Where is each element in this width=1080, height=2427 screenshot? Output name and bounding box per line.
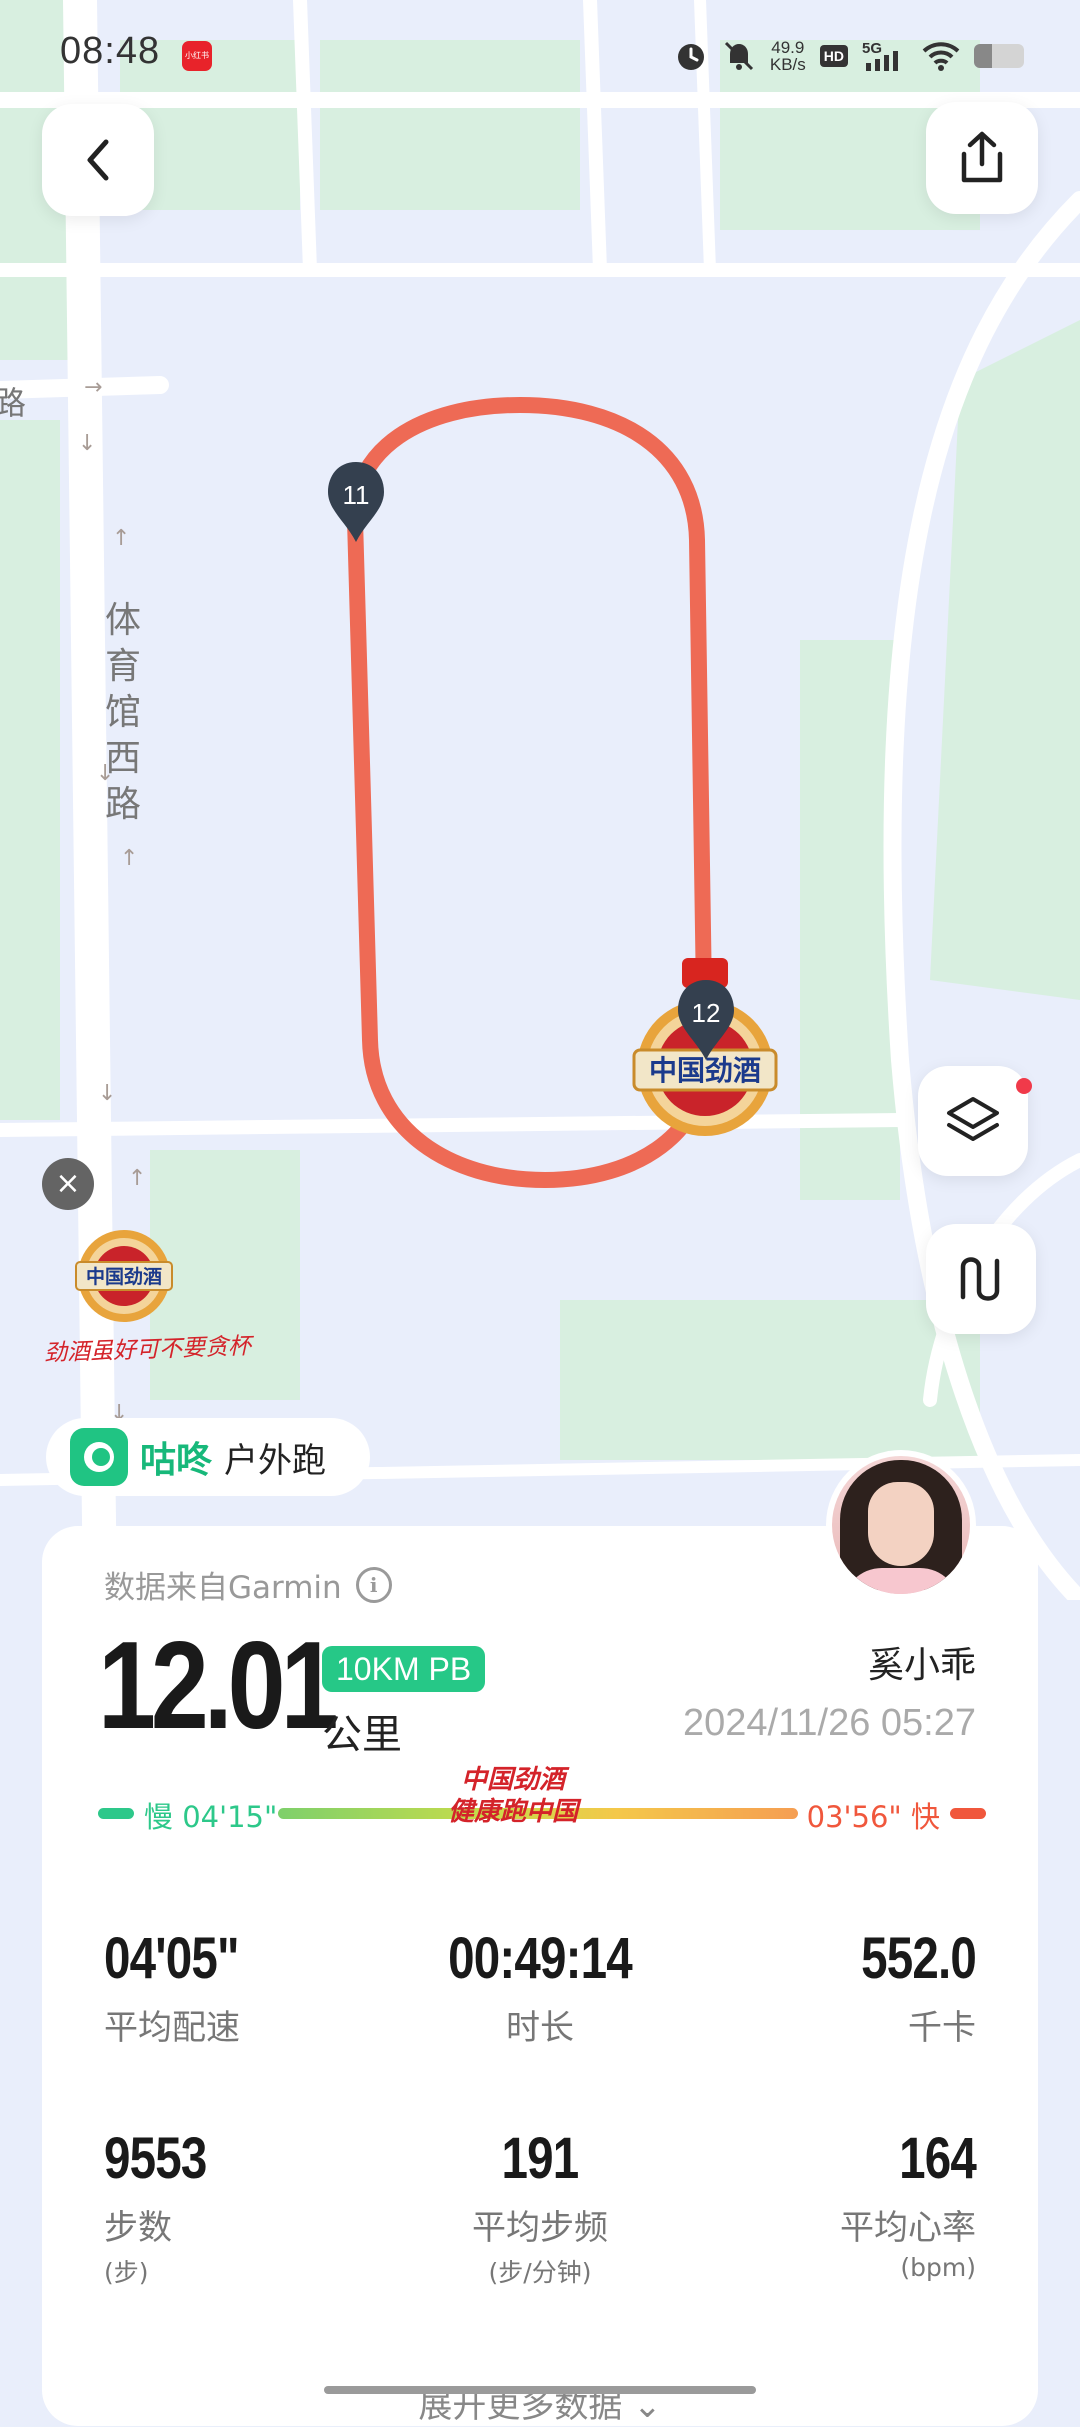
stat-value: 9553 [104, 2126, 207, 2191]
chevron-left-icon [87, 139, 109, 181]
stat-steps: 9553 步数 (步) [104, 2126, 404, 2289]
pb-badge: 10KM PB [322, 1646, 486, 1692]
svg-text:↑: ↑ [120, 846, 138, 871]
stat-label: 千卡 [908, 2008, 976, 2048]
info-icon[interactable]: i [355, 1566, 392, 1603]
marker-label: 12 [692, 998, 721, 1028]
battery-icon [974, 44, 1024, 68]
status-time: 08:48 [60, 30, 161, 72]
km-marker-12[interactable]: 12 [676, 980, 736, 1062]
stat-value: 164 [899, 2126, 977, 2191]
road-label: 体育馆西路 [104, 600, 141, 825]
stat-duration: 00:49:14 时长 [390, 1926, 690, 2049]
svg-text:↓: ↓ [98, 1081, 116, 1106]
svg-text:↓: ↓ [78, 431, 96, 456]
km-marker-11[interactable]: 11 [326, 462, 386, 544]
pace-slogan-line1: 中国劲酒 [461, 1765, 566, 1795]
network-type: 5G [862, 40, 882, 57]
slow-pace-label: 慢 04'15" [144, 1800, 278, 1834]
stat-unit: (bpm) [900, 2253, 976, 2282]
cellular-5g-icon: 5G [862, 40, 898, 71]
home-indicator[interactable] [324, 2386, 756, 2394]
svg-text:→: → [84, 375, 102, 400]
net-speed-unit: KB/s [769, 55, 806, 74]
activity-type: 户外跑 [224, 1440, 327, 1481]
stat-label: 平均配速 [104, 2008, 240, 2048]
share-button[interactable] [926, 102, 1038, 214]
share-icon [961, 131, 1003, 183]
stat-value: 00:49:14 [448, 1926, 633, 1991]
svg-text:↑: ↑ [128, 1166, 146, 1191]
fast-pace-label: 03'56" 快 [806, 1800, 940, 1834]
codoon-logo-icon [70, 1428, 128, 1486]
stat-label: 步数 [104, 2208, 172, 2248]
stat-unit: (步) [104, 2258, 149, 2287]
pace-range-bar: 慢 04'15" 中国劲酒 健康跑中国 03'56" 快 [98, 1765, 986, 1838]
layers-icon [947, 1097, 999, 1141]
hd-icon: HD [819, 45, 848, 67]
stat-value: 191 [501, 2126, 580, 2191]
app-brand-tag: 咕咚 户外跑 [46, 1418, 370, 1496]
road-label-partial: 路 [0, 384, 27, 422]
distance-value: 12.01 [98, 1617, 339, 1755]
stat-label: 时长 [506, 2008, 574, 2048]
stat-cadence: 191 平均步频 (步/分钟) [390, 2126, 690, 2289]
avatar[interactable] [826, 1450, 976, 1600]
route-wave-icon [960, 1257, 1000, 1301]
stat-label: 平均心率 [840, 2208, 976, 2248]
status-bar: 08:48 小红书 49.9 KB/s HD 5G [0, 0, 1080, 110]
brand-name: 咕咚 [140, 1440, 213, 1481]
alarm-icon [677, 44, 704, 70]
ad-logo-text: 中国劲酒 [86, 1265, 162, 1288]
xiaohongshu-notification-icon: 小红书 [182, 41, 212, 71]
ad-brand-logo-icon[interactable]: 中国劲酒 [74, 1228, 174, 1324]
stat-label: 平均步频 [472, 2208, 608, 2248]
data-source-label: 数据来自Garmin [104, 1570, 342, 1606]
stat-avg-pace: 04'05" 平均配速 [104, 1926, 404, 2049]
back-button[interactable] [42, 104, 154, 216]
distance-unit: 公里 [322, 1712, 402, 1758]
avatar-photo [832, 1456, 970, 1594]
data-source: 数据来自Garmin i [104, 1562, 392, 1607]
wifi-icon [922, 42, 960, 71]
stat-value: 552.0 [861, 1926, 977, 1991]
stat-unit: (步/分钟) [488, 2258, 592, 2287]
pace-slogan-line2: 健康跑中国 [448, 1797, 579, 1827]
ad-slogan[interactable]: 劲酒虽好可不要贪杯 [43, 1326, 252, 1367]
slow-pace-swatch [98, 1808, 134, 1819]
marker-label: 11 [343, 480, 370, 510]
workout-datetime: 2024/11/26 05:27 [682, 1702, 976, 1744]
pace-slogan: 中国劲酒 健康跑中国 [448, 1764, 578, 1828]
workout-summary-card: 数据来自Garmin i 12.01 10KM PB 公里 奚小乖 2024/1… [42, 1526, 1038, 2426]
mute-bell-icon [724, 41, 753, 71]
svg-text:↑: ↑ [112, 526, 130, 551]
stat-calories: 552.0 千卡 [676, 1926, 977, 2049]
username[interactable]: 奚小乖 [868, 1636, 976, 1688]
route-playback-button[interactable] [926, 1224, 1036, 1334]
fast-pace-swatch [950, 1808, 986, 1819]
stat-heart-rate: 164 平均心率 (bpm) [676, 2126, 977, 2282]
stat-value: 04'05" [104, 1926, 240, 1991]
map-layers-button[interactable] [918, 1066, 1028, 1176]
net-speed: 49.9 KB/s [770, 39, 806, 73]
net-speed-value: 49.9 [771, 38, 805, 57]
notification-dot [1016, 1078, 1032, 1094]
ad-close-button[interactable]: × [42, 1158, 94, 1210]
